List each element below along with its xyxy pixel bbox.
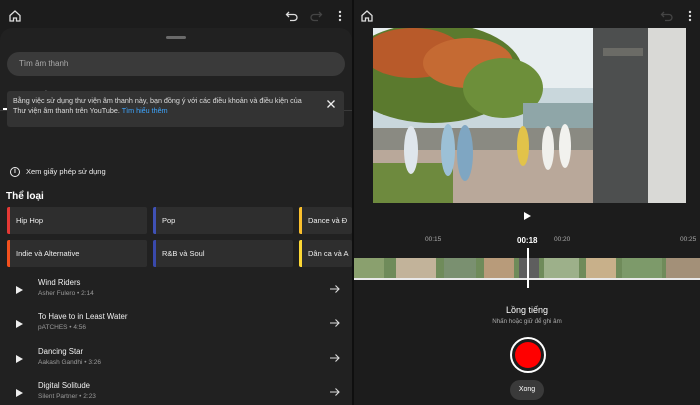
use-track-arrow-icon[interactable] (329, 352, 341, 364)
genre-pop[interactable]: Pop (153, 207, 293, 234)
home-icon[interactable] (359, 8, 375, 24)
track-title: Dancing Star (38, 347, 84, 356)
audio-sheet: Tìm âm thanh Âm nhạc Hiệu ứng âm thanh N… (0, 28, 352, 405)
playhead[interactable] (527, 248, 529, 288)
genre-rnb[interactable]: R&B và Soul (153, 240, 293, 267)
terms-notice: Bằng việc sử dụng thư viện âm thanh này,… (7, 91, 344, 127)
genre-label: Indie và Alternative (16, 249, 80, 258)
use-track-arrow-icon[interactable] (329, 386, 341, 398)
play-icon[interactable] (14, 388, 24, 398)
close-icon[interactable] (326, 99, 336, 109)
track-title: To Have to in Least Water (38, 312, 128, 321)
track-meta: Silent Partner • 2:23 (38, 393, 96, 400)
track-meta: Aakash Gandhi • 3:26 (38, 359, 101, 366)
genre-label: R&B và Soul (162, 249, 205, 258)
genre-hip-hop[interactable]: Hip Hop (7, 207, 147, 234)
genre-label: Dân ca và A (308, 249, 349, 258)
tick-label: 00:20 (554, 236, 571, 243)
use-track-arrow-icon[interactable] (329, 317, 341, 329)
genre-dance[interactable]: Dance và Đ (299, 207, 352, 234)
more-options-icon[interactable] (332, 8, 348, 24)
genre-label: Dance và Đ (308, 216, 348, 225)
search-input[interactable]: Tìm âm thanh (7, 52, 345, 76)
view-license-link[interactable]: i Xem giấy phép sử dụng (10, 166, 106, 178)
voiceover-hint: Nhấn hoặc giữ để ghi âm (492, 318, 562, 325)
current-timecode: 00:18 (517, 236, 538, 245)
info-icon: i (10, 167, 20, 178)
track-title: Digital Solitude (38, 381, 91, 390)
genre-label: Hip Hop (16, 216, 44, 225)
track-meta: Asher Fulero • 2:14 (38, 290, 94, 297)
genre-folk[interactable]: Dân ca và A (299, 240, 352, 267)
undo-icon[interactable] (284, 8, 300, 24)
record-button[interactable] (510, 337, 546, 373)
play-icon[interactable] (522, 211, 532, 221)
sheet-drag-handle[interactable] (166, 36, 186, 39)
redo-icon (308, 8, 324, 24)
use-track-arrow-icon[interactable] (329, 283, 341, 295)
home-icon[interactable] (7, 8, 23, 24)
audio-library-pane: Tìm âm thanh Âm nhạc Hiệu ứng âm thanh N… (0, 0, 352, 405)
track-row[interactable]: Digital Solitude Silent Partner • 2:23 (0, 377, 352, 405)
voiceover-title: Lồng tiếng (505, 305, 549, 315)
track-row[interactable]: To Have to in Least Water pATCHES • 4:56 (0, 308, 352, 342)
track-row[interactable]: Wind Riders Asher Fulero • 2:14 (0, 274, 352, 308)
editor-pane: 00:15 00:20 00:25 00:18 Lồng tiếng Nhấn … (354, 0, 700, 405)
play-icon[interactable] (14, 285, 24, 295)
learn-more-link[interactable]: Tìm hiểu thêm (122, 106, 168, 115)
genre-indie[interactable]: Indie và Alternative (7, 240, 147, 267)
genre-label: Pop (162, 216, 176, 225)
genre-heading: Thể loại (6, 191, 44, 202)
play-icon[interactable] (14, 319, 24, 329)
track-title: Wind Riders (38, 278, 81, 287)
tick-label: 00:15 (425, 236, 442, 243)
track-row[interactable]: Dancing Star Aakash Gandhi • 3:26 (0, 343, 352, 377)
play-icon[interactable] (14, 354, 24, 364)
tick-label: 00:25 (680, 236, 697, 243)
more-options-icon[interactable] (682, 8, 698, 24)
undo-icon (659, 8, 675, 24)
done-button[interactable]: Xong (510, 380, 544, 400)
video-preview[interactable] (373, 28, 686, 203)
license-label: Xem giấy phép sử dụng (26, 167, 106, 176)
record-dot-icon (515, 342, 541, 368)
track-meta: pATCHES • 4:56 (38, 324, 87, 331)
